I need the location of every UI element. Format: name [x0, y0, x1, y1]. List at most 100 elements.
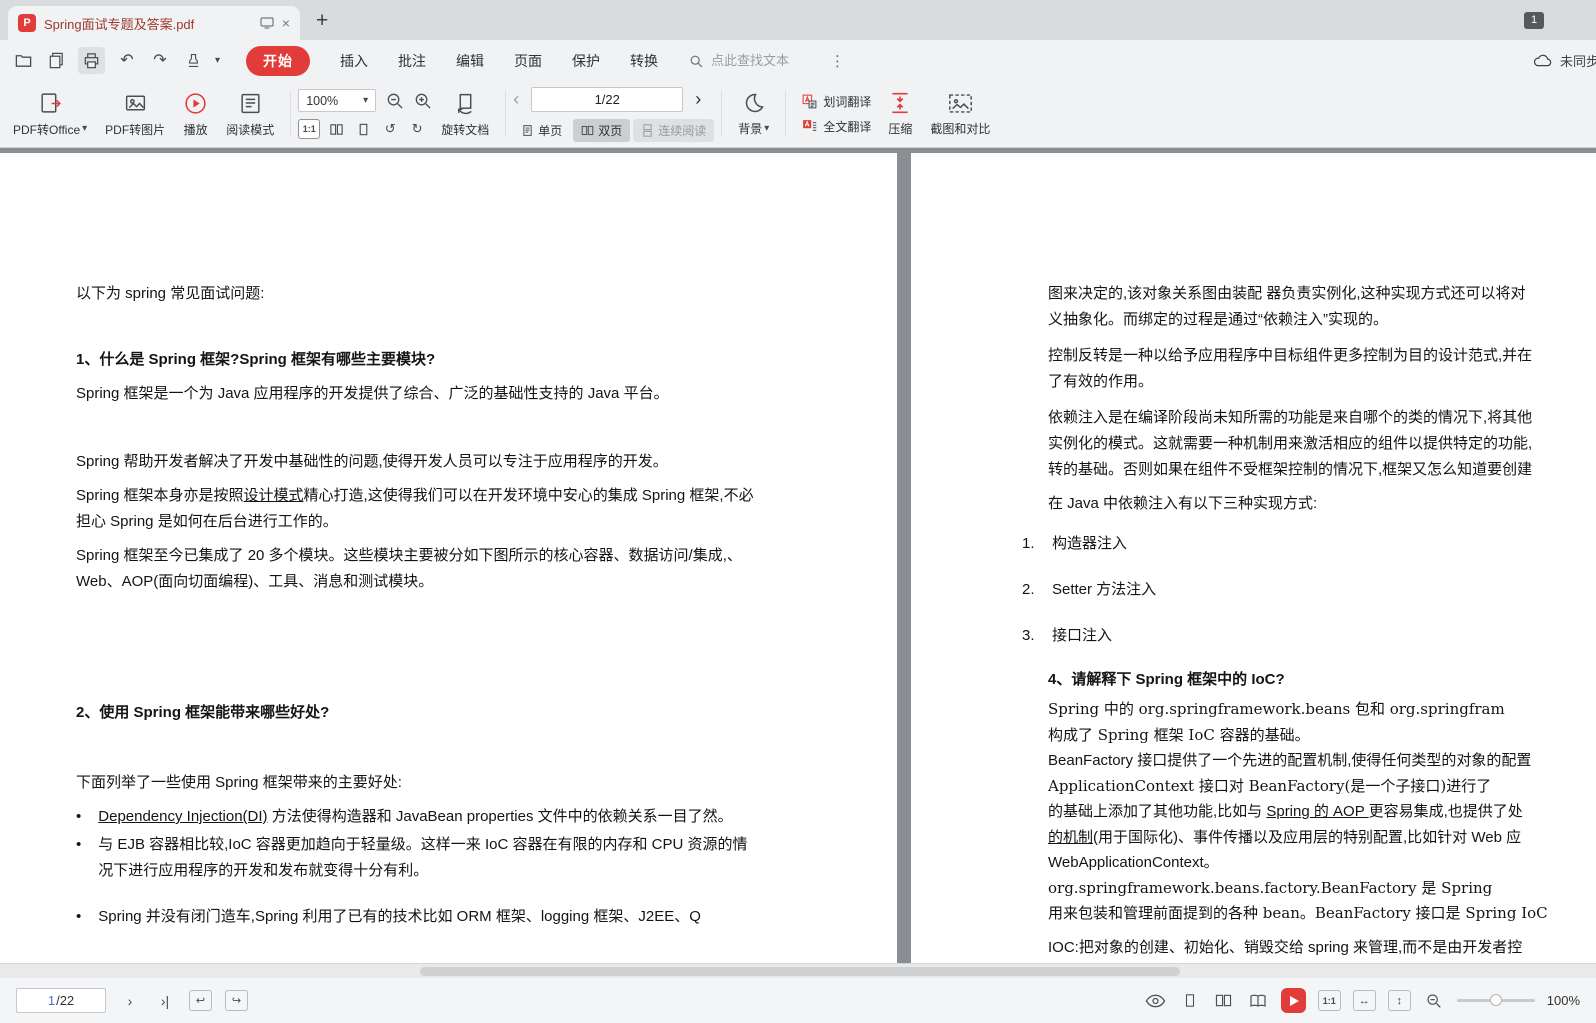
undo-icon[interactable]: ↶	[116, 50, 138, 72]
screenshot-compare-icon	[947, 92, 974, 115]
window-count-badge[interactable]: 1	[1524, 11, 1544, 29]
slideshow-play-button[interactable]	[1280, 988, 1306, 1013]
zoom-level-label: 100%	[1546, 993, 1580, 1008]
read-mode-button[interactable]: 阅读模式	[217, 81, 283, 147]
single-page-view-icon[interactable]	[1179, 990, 1201, 1012]
tab-edit[interactable]: 编辑	[456, 51, 484, 71]
statusbar-page-input[interactable]: 1/22	[16, 988, 106, 1013]
numbered-item: 3. 接口注入	[1022, 627, 1113, 644]
fit-page-button[interactable]	[325, 119, 347, 139]
search-input[interactable]	[711, 53, 824, 68]
screenshot-compare-button[interactable]: 截图和对比	[921, 81, 999, 147]
quick-access-toolbar: ↶ ↷ ▾	[12, 47, 220, 74]
rotate-document-button[interactable]: 旋转文档	[432, 81, 498, 147]
save-icon[interactable]	[45, 50, 67, 72]
tab-close-icon[interactable]: ×	[282, 15, 290, 31]
book-view-icon[interactable]	[1247, 990, 1269, 1012]
paragraph: 在 Java 中依赖注入有以下三种实现方式:	[1048, 495, 1318, 512]
fit-width-button[interactable]	[352, 119, 374, 139]
stamp-tool-icon[interactable]	[182, 50, 204, 72]
pdf-to-office-button[interactable]: PDF转Office ▾	[4, 81, 96, 147]
paragraph: WebApplicationContext。	[1048, 854, 1219, 871]
fit-actual-size-button[interactable]: 1:1	[298, 119, 321, 139]
pdf-page-left: 以下为 spring 常见面试问题: 1、什么是 Spring 框架?Sprin…	[0, 153, 897, 963]
pdf-to-image-icon	[123, 91, 148, 116]
full-translate-button[interactable]: 全文翻译	[801, 118, 871, 135]
ribbon-row: ↶ ↷ ▾ 开始 插入 批注 编辑 页面 保护 转换 ⋮	[0, 40, 1596, 81]
tab-page[interactable]: 页面	[514, 51, 542, 71]
paragraph: 用来包装和管理前面提到的各种 bean。BeanFactory 接口是 Spri…	[1048, 904, 1548, 922]
page-number-input[interactable]: 1/22	[531, 86, 684, 112]
next-view-button[interactable]: ↪	[225, 990, 248, 1011]
zoom-slider-handle[interactable]	[1489, 994, 1502, 1006]
document-tab[interactable]: P Spring面试专题及答案.pdf ×	[8, 6, 300, 40]
paragraph: Spring 框架是一个为 Java 应用程序的开发提供了综合、广泛的基础性支持…	[76, 385, 669, 402]
tab-start[interactable]: 开始	[246, 45, 311, 76]
open-file-icon[interactable]	[12, 50, 34, 72]
view-single-page-button[interactable]: 单页	[513, 119, 570, 142]
last-page-button[interactable]: ›|	[154, 990, 176, 1012]
background-button[interactable]: 背景 ▾	[729, 81, 778, 147]
list-item: • 与 EJB 容器相比较,IoC 容器更加趋向于轻量级。这样一来 IoC 容器…	[76, 836, 748, 879]
actual-size-button[interactable]: 1:1	[1317, 990, 1341, 1011]
toolbar-divider	[505, 91, 507, 137]
pdf-reader-window: P Spring面试专题及答案.pdf × + 1 ↶ ↷ ▾ 开始 插入 批注…	[0, 0, 1596, 1023]
eye-protect-icon[interactable]	[1145, 990, 1167, 1012]
previous-view-button[interactable]: ↩	[189, 990, 212, 1011]
zoom-out-icon[interactable]	[1423, 990, 1445, 1012]
underlined-term: 的机制	[1048, 828, 1094, 846]
tab-convert[interactable]: 转换	[630, 51, 658, 71]
previous-page-icon[interactable]: ‹	[513, 90, 519, 108]
fit-page-button[interactable]: ↕	[1387, 990, 1411, 1011]
rotate-left-icon[interactable]: ↺	[379, 119, 401, 139]
double-page-view-icon[interactable]	[1213, 990, 1235, 1012]
paragraph: org.springframework.beans.factory.BeanFa…	[1048, 878, 1493, 897]
paragraph: Spring 帮助开发者解决了开发中基础性的问题,使得开发人员可以专注于应用程序…	[76, 453, 668, 470]
horizontal-scrollbar[interactable]	[0, 963, 1596, 978]
pdf-to-image-button[interactable]: PDF转图片	[96, 81, 174, 147]
search-options-icon[interactable]: ⋮	[830, 52, 845, 70]
paragraph: 的机制(用于国际化)、事件传播以及应用层的特别配置,比如针对 Web 应	[1048, 828, 1522, 846]
scrollbar-thumb[interactable]	[420, 967, 1180, 976]
rotate-right-icon[interactable]: ↻	[406, 119, 428, 139]
fit-width-button[interactable]: ↔	[1352, 990, 1376, 1011]
heading-q4: 4、请解释下 Spring 框架中的 IoC?	[1048, 671, 1285, 688]
redo-icon[interactable]: ↷	[149, 50, 171, 72]
zoom-in-icon[interactable]	[413, 91, 432, 110]
new-tab-button[interactable]: +	[316, 10, 328, 31]
sync-status[interactable]: 未同步	[1532, 40, 1596, 81]
next-page-icon[interactable]: ›	[695, 90, 701, 108]
chevron-down-icon: ▾	[82, 123, 88, 134]
statusbar-right-tools: 1:1 ↔ ↕ 100%	[1145, 988, 1580, 1013]
zoom-select[interactable]: 100% ▾	[298, 89, 377, 112]
paragraph: 的基础上添加了其他功能,比如与 Spring 的 AOP 更容易集成,也提供了处	[1048, 803, 1523, 820]
toolbar-divider	[785, 91, 787, 137]
cloud-sync-icon	[1532, 53, 1553, 68]
zoom-out-icon[interactable]	[385, 91, 404, 110]
play-button[interactable]: 播放	[174, 81, 217, 147]
toolbar-divider	[721, 91, 723, 137]
sync-status-label: 未同步	[1560, 54, 1596, 69]
paragraph: 下面列举了一些使用 Spring 框架带来的主要好处:	[76, 774, 402, 791]
tab-protect[interactable]: 保护	[572, 51, 600, 71]
quickbar-dropdown-icon[interactable]: ▾	[215, 55, 220, 66]
view-continuous-button[interactable]: 连续阅读	[633, 118, 715, 142]
word-translate-icon	[801, 93, 818, 110]
tab-insert[interactable]: 插入	[340, 51, 368, 71]
chevron-down-icon: ▾	[764, 122, 770, 134]
print-icon[interactable]	[78, 47, 105, 74]
heading-q1: 1、什么是 Spring 框架?Spring 框架有哪些主要模块?	[76, 351, 436, 368]
view-double-page-button[interactable]: 双页	[573, 118, 631, 142]
find-text-box[interactable]: ⋮	[688, 52, 845, 70]
tab-window-icon[interactable]	[260, 17, 274, 29]
document-view[interactable]: 以下为 spring 常见面试问题: 1、什么是 Spring 框架?Sprin…	[0, 148, 1596, 963]
paragraph: BeanFactory 接口提供了一个先进的配置机制,使得任何类型的对象的配置	[1048, 752, 1532, 769]
compress-button[interactable]: 压缩	[879, 81, 921, 147]
word-translate-button[interactable]: 划词翻译	[801, 93, 871, 110]
next-page-button[interactable]: ›	[119, 990, 141, 1012]
pdf-file-icon: P	[18, 14, 36, 32]
tab-comment[interactable]: 批注	[398, 51, 426, 71]
underlined-term: Spring 的 AOP	[1266, 803, 1369, 820]
paragraph: 转的基础。否则如果在组件不受框架控制的情况下,框架又怎么知道要创建	[1048, 461, 1533, 478]
zoom-slider[interactable]	[1456, 994, 1535, 1006]
